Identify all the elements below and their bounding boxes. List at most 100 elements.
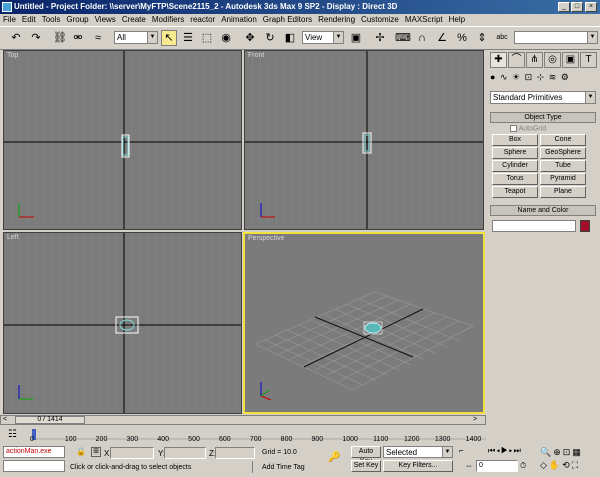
cylinder-button[interactable]: Cylinder	[492, 160, 538, 172]
object-type-rollout-header[interactable]: Object Type	[490, 112, 596, 123]
auto-key-button[interactable]: Auto Key	[351, 446, 381, 465]
percent-snap-icon[interactable]: %	[454, 30, 470, 46]
x-coordinate-field[interactable]	[110, 447, 154, 459]
select-object-icon[interactable]: ↖	[161, 30, 177, 46]
time-slider[interactable]: < 0 / 1414 >	[0, 415, 486, 425]
zoom-extents-icon[interactable]: ⊡	[563, 447, 573, 457]
tube-button[interactable]: Tube	[540, 160, 586, 172]
maximize-icon[interactable]: □	[571, 2, 583, 12]
cameras-icon[interactable]: ⊡	[525, 72, 534, 82]
teapot-button[interactable]: Teapot	[492, 186, 538, 198]
key-filters-button[interactable]: Key Filters...	[383, 460, 453, 472]
viewport-top-label[interactable]: Top	[7, 52, 18, 59]
geometry-icon[interactable]: ●	[490, 72, 496, 82]
scale-icon[interactable]: ◧	[282, 30, 298, 46]
hierarchy-tab-icon[interactable]: ⋔	[526, 52, 543, 68]
menu-edit[interactable]: Edit	[19, 14, 39, 26]
close-icon[interactable]: ×	[585, 2, 597, 12]
set-key-mode-icon[interactable]: 🔑	[328, 452, 346, 466]
menu-tools[interactable]: Tools	[39, 14, 64, 26]
object-name-input[interactable]	[492, 220, 576, 232]
object-color-swatch[interactable]	[580, 220, 590, 232]
viewport-left-label[interactable]: Left	[7, 234, 19, 241]
menu-graph-editors[interactable]: Graph Editors	[260, 14, 315, 26]
menu-views[interactable]: Views	[92, 14, 119, 26]
motion-tab-icon[interactable]: ◎	[544, 52, 561, 68]
key-mode-dropdown[interactable]: Selected ▼	[383, 446, 453, 458]
arc-rotate-icon[interactable]: ⟲	[562, 460, 572, 470]
menu-animation[interactable]: Animation	[218, 14, 260, 26]
lights-icon[interactable]: ☀	[512, 72, 521, 82]
viewport-perspective-label[interactable]: Perspective	[248, 235, 285, 242]
systems-icon[interactable]: ⚙	[561, 72, 570, 82]
viewport-left[interactable]: Left	[3, 232, 242, 414]
menu-rendering[interactable]: Rendering	[315, 14, 358, 26]
helpers-icon[interactable]: ⊹	[537, 72, 546, 82]
select-by-name-icon[interactable]: ☰	[180, 30, 196, 46]
keyboard-shortcut-icon[interactable]: ⌨	[394, 30, 411, 46]
pyramid-button[interactable]: Pyramid	[540, 173, 586, 185]
absolute-mode-icon[interactable]: ⊞	[91, 447, 101, 457]
selection-region-icon[interactable]: ⬚	[199, 30, 215, 46]
named-selection-dropdown[interactable]: ▼	[514, 31, 598, 44]
sphere-button[interactable]: Sphere	[492, 147, 538, 159]
window-crossing-icon[interactable]: ◉	[218, 30, 234, 46]
menu-create[interactable]: Create	[119, 14, 149, 26]
menu-file[interactable]: File	[0, 14, 19, 26]
menu-customize[interactable]: Customize	[358, 14, 402, 26]
key-mode-toggle-icon[interactable]: ⇔	[465, 461, 475, 471]
app-icon[interactable]	[2, 2, 12, 12]
selection-filter-dropdown[interactable]: All ▼	[114, 31, 158, 44]
undo-icon[interactable]: ↶	[8, 30, 24, 46]
mini-curve-editor-icon[interactable]: ☷	[8, 428, 26, 442]
maxscript-listener-output[interactable]: actionMan.exe	[3, 446, 65, 458]
viewport-front[interactable]: Front	[244, 50, 484, 230]
primitive-category-dropdown[interactable]: Standard Primitives ▼	[490, 91, 596, 104]
zoom-icon[interactable]: 🔍	[540, 447, 553, 457]
viewport-perspective[interactable]: Perspective	[243, 232, 485, 414]
select-link-icon[interactable]: ⛓	[52, 30, 68, 46]
field-of-view-icon[interactable]: ◇	[540, 460, 549, 470]
y-coordinate-field[interactable]	[164, 447, 206, 459]
rotate-icon[interactable]: ↻	[262, 30, 278, 46]
pivot-center-icon[interactable]: ▣	[348, 30, 364, 46]
viewport-top[interactable]: Top	[3, 50, 242, 230]
shapes-icon[interactable]: ∿	[500, 72, 509, 82]
snaps-toggle-icon[interactable]: ∩	[414, 30, 430, 46]
minimize-icon[interactable]: _	[558, 2, 570, 12]
menu-help[interactable]: Help	[446, 14, 468, 26]
time-slider-thumb[interactable]: 0 / 1414	[15, 416, 85, 424]
cone-button[interactable]: Cone	[540, 134, 586, 146]
go-to-start-icon[interactable]: ⏮	[488, 446, 496, 455]
unlink-icon[interactable]: ⚮	[70, 30, 86, 46]
lock-selection-icon[interactable]: 🔒	[76, 447, 86, 457]
play-icon[interactable]: ▶	[501, 446, 509, 455]
edit-named-selection-icon[interactable]: abc	[494, 30, 510, 46]
angle-snap-icon[interactable]: ∠	[434, 30, 450, 46]
zoom-all-icon[interactable]: ⊕	[553, 447, 563, 457]
selected-object[interactable]	[363, 321, 383, 335]
utilities-tab-icon[interactable]: T	[580, 52, 597, 68]
create-tab-icon[interactable]: ✚	[490, 52, 507, 68]
reference-coord-dropdown[interactable]: View ▼	[302, 31, 344, 44]
chevron-right-icon[interactable]: >	[473, 416, 483, 424]
space-warps-icon[interactable]: ≋	[549, 72, 558, 82]
modify-tab-icon[interactable]: ⌒	[508, 52, 525, 68]
maxscript-listener-input[interactable]	[3, 460, 65, 472]
maximize-viewport-icon[interactable]: ⛶	[572, 460, 580, 470]
set-key-button[interactable]: Set Key	[351, 460, 381, 472]
menu-maxscript[interactable]: MAXScript	[402, 14, 446, 26]
menu-modifiers[interactable]: Modifiers	[149, 14, 187, 26]
z-coordinate-field[interactable]	[215, 447, 255, 459]
plane-button[interactable]: Plane	[540, 186, 586, 198]
default-in-out-tangent-icon[interactable]: ⌐	[459, 446, 471, 458]
go-to-end-icon[interactable]: ⏭	[514, 446, 522, 455]
time-configuration-icon[interactable]: ⏱	[520, 461, 530, 471]
box-button[interactable]: Box	[492, 134, 538, 146]
chevron-left-icon[interactable]: <	[3, 416, 13, 424]
viewport-front-label[interactable]: Front	[248, 52, 264, 59]
pan-icon[interactable]: ✋	[549, 460, 562, 470]
display-tab-icon[interactable]: ▣	[562, 52, 579, 68]
menu-reactor[interactable]: reactor	[187, 14, 218, 26]
spinner-snap-icon[interactable]: ⇕	[474, 30, 490, 46]
